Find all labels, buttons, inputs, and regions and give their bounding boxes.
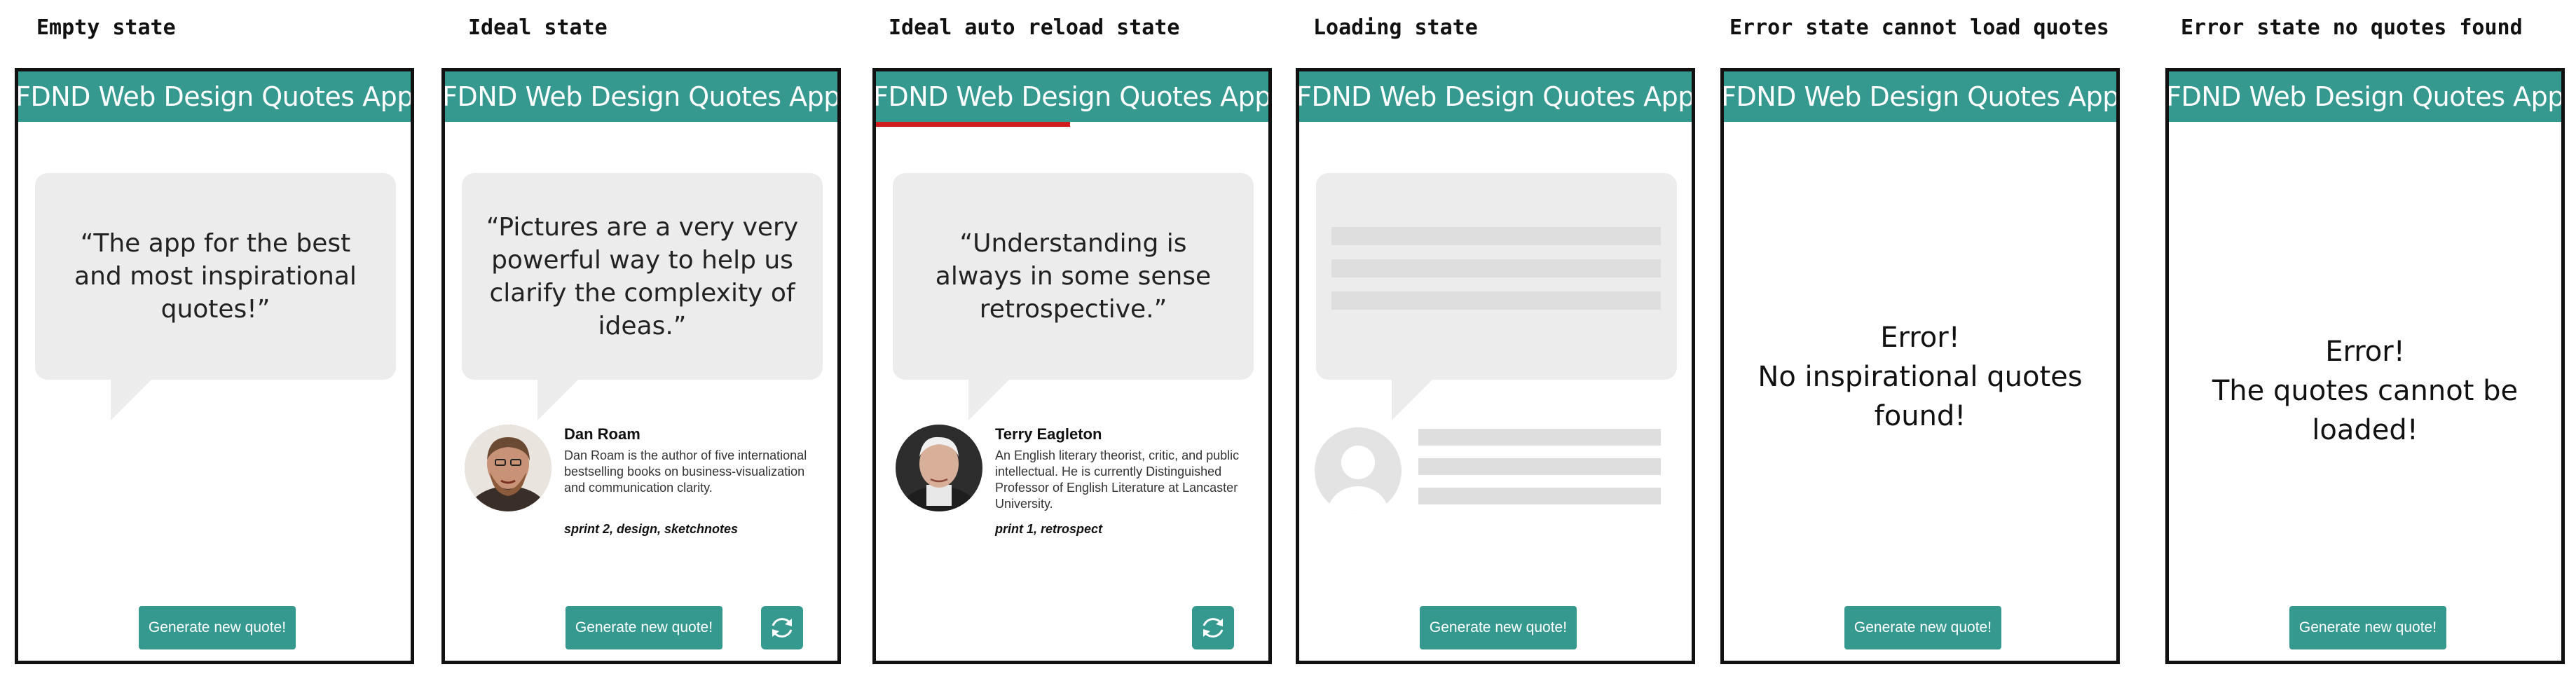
error-title: Error! xyxy=(1880,322,1960,354)
error-line: The quotes cannot be loaded! xyxy=(2212,375,2519,446)
bubble-tail xyxy=(537,377,581,420)
error-message: Error! No inspirational quotes found! xyxy=(1724,318,2116,436)
reload-progress-bar xyxy=(876,122,1070,127)
phone-loading-state: FDND Web Design Quotes App Generate new … xyxy=(1296,68,1695,664)
bubble-tail xyxy=(111,377,154,420)
skeleton-line xyxy=(1331,291,1661,310)
phone-empty-state: FDND Web Design Quotes App “The app for … xyxy=(15,68,414,664)
state-label-auto-reload: Ideal auto reload state xyxy=(889,15,1180,40)
author-avatar xyxy=(896,425,982,511)
quote-bubble: “Understanding is always in some sense r… xyxy=(893,173,1254,380)
app-header: FDND Web Design Quotes App xyxy=(445,71,837,122)
bubble-tail xyxy=(968,377,1012,420)
app-header: FDND Web Design Quotes App xyxy=(2169,71,2561,122)
phone-error-cannot-load: FDND Web Design Quotes App Error! No ins… xyxy=(1720,68,2120,664)
state-label-loading: Loading state xyxy=(1313,15,1478,40)
skeleton-line xyxy=(1418,488,1661,504)
reload-button[interactable] xyxy=(761,606,803,649)
generate-quote-button[interactable]: Generate new quote! xyxy=(1420,606,1577,649)
bubble-tail xyxy=(1392,377,1435,420)
reload-button[interactable] xyxy=(1192,606,1234,649)
app-header: FDND Web Design Quotes App xyxy=(1724,71,2116,122)
quote-text: “The app for the best and most inspirati… xyxy=(74,229,357,324)
author-avatar xyxy=(465,425,551,511)
author-name: Dan Roam xyxy=(564,425,640,443)
error-line: No inspirational quotes xyxy=(1758,361,2083,393)
refresh-icon xyxy=(1203,618,1224,638)
generate-quote-button[interactable]: Generate new quote! xyxy=(139,606,296,649)
error-message: Error! The quotes cannot be loaded! xyxy=(2169,332,2561,450)
author-bio: Dan Roam is the author of five internati… xyxy=(564,448,807,495)
author-tags: print 1, retrospect xyxy=(995,522,1103,536)
author-name: Terry Eagleton xyxy=(995,425,1102,443)
generate-quote-button[interactable]: Generate new quote! xyxy=(2289,606,2446,649)
skeleton-avatar xyxy=(1315,427,1402,514)
author-bio: An English literary theorist, critic, an… xyxy=(995,448,1240,511)
user-placeholder-icon xyxy=(1327,446,1389,514)
state-label-error-load: Error state cannot load quotes xyxy=(1729,15,2109,40)
state-label-error-none: Error state no quotes found xyxy=(2181,15,2523,40)
quote-bubble: “The app for the best and most inspirati… xyxy=(35,173,396,380)
app-header: FDND Web Design Quotes App xyxy=(1299,71,1692,122)
phone-auto-reload-state: FDND Web Design Quotes App “Understandin… xyxy=(872,68,1272,664)
refresh-icon xyxy=(772,618,793,638)
quote-bubble: “Pictures are a very very powerful way t… xyxy=(462,173,823,380)
state-label-empty: Empty state xyxy=(36,15,176,40)
app-header: FDND Web Design Quotes App xyxy=(876,71,1268,122)
skeleton-line xyxy=(1331,259,1661,277)
app-header: FDND Web Design Quotes App xyxy=(18,71,411,122)
error-title: Error! xyxy=(2325,336,2405,368)
generate-quote-button[interactable]: Generate new quote! xyxy=(1844,606,2001,649)
generate-quote-button[interactable]: Generate new quote! xyxy=(566,606,722,649)
phone-error-no-quotes: FDND Web Design Quotes App Error! The qu… xyxy=(2165,68,2565,664)
state-label-ideal: Ideal state xyxy=(468,15,608,40)
author-tags: sprint 2, design, sketchnotes xyxy=(564,522,739,536)
quote-text: “Pictures are a very very powerful way t… xyxy=(486,212,799,340)
skeleton-line xyxy=(1418,458,1661,475)
quote-text: “Understanding is always in some sense r… xyxy=(935,229,1212,324)
skeleton-line xyxy=(1331,227,1661,245)
skeleton-line xyxy=(1418,429,1661,446)
phone-ideal-state: FDND Web Design Quotes App “Pictures are… xyxy=(441,68,841,664)
error-line: found! xyxy=(1874,400,1966,432)
